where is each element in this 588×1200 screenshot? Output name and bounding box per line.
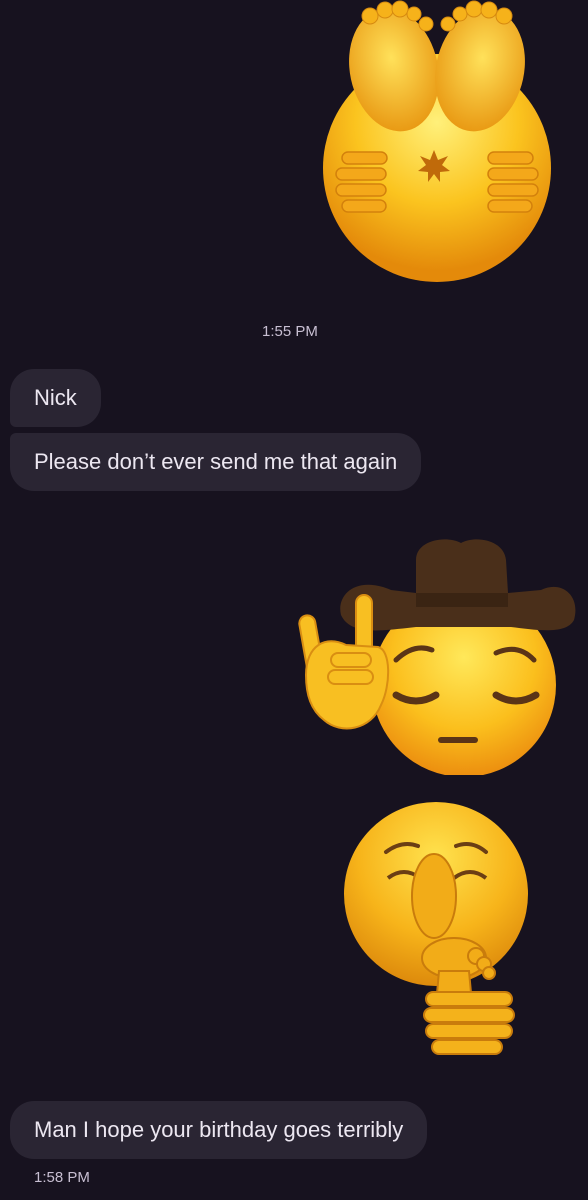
received-message-bubble[interactable]: Please don’t ever send me that again: [10, 433, 422, 491]
message-timestamp: 1:55 PM: [262, 323, 318, 340]
cowboy-pensive-rock-hand-emoji-icon[interactable]: [296, 535, 578, 777]
pleading-face-biting-foot-emoji-icon[interactable]: [344, 796, 540, 1060]
received-message-bubble[interactable]: Man I hope your birthday goes terribly: [10, 1101, 428, 1159]
message-timestamp: 1:58 PM: [34, 1169, 90, 1186]
feet-up-face-emoji-icon[interactable]: [312, 0, 562, 285]
received-message-bubble[interactable]: Nick: [10, 369, 101, 427]
